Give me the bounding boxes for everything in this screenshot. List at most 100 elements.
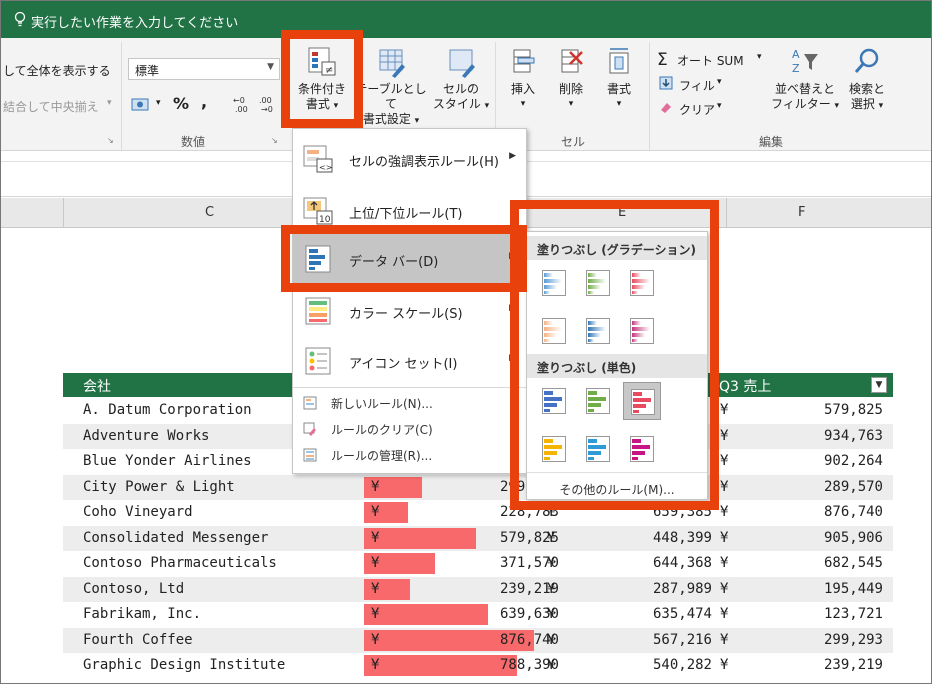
solid-data-bar-option[interactable] — [579, 430, 617, 468]
table-row[interactable]: Graphic Design Institute ¥788,390 ¥540,282… — [63, 653, 893, 678]
number-launcher-icon[interactable]: ↘ — [271, 136, 278, 145]
color-scales-icon — [305, 297, 331, 325]
column-header-e[interactable]: E — [618, 205, 626, 220]
table-row[interactable]: Fourth Coffee ¥876,740 ¥567,216 ¥299,293 — [63, 627, 893, 653]
filter-dropdown-icon[interactable]: ▼ — [871, 377, 887, 393]
menu-item-color-scales[interactable]: カラー スケール(S) ▶ — [293, 285, 526, 337]
clear-button[interactable]: クリア — [679, 101, 715, 118]
currency-format-icon[interactable] — [131, 96, 153, 114]
table-row[interactable]: Consolidated Messenger ¥579,825 ¥448,399 ¥9… — [63, 525, 893, 551]
solid-data-bar-option[interactable] — [623, 430, 661, 468]
data-bars-submenu: 塗りつぶし (グラデーション) 塗りつぶし (単色) その他のルール(M)... — [526, 231, 708, 500]
menu-item-label: 新しいルール(N)... — [331, 397, 433, 411]
currency-symbol: ¥ — [547, 555, 556, 571]
wrap-text-button[interactable]: して全体を表示する — [3, 62, 111, 79]
gradient-data-bar-option[interactable] — [623, 312, 661, 350]
solid-data-bar-option[interactable] — [535, 430, 573, 468]
gradient-data-bar-option[interactable] — [579, 312, 617, 350]
merge-dropdown-icon[interactable]: ▾ — [107, 98, 112, 108]
percent-button[interactable]: % — [173, 94, 189, 113]
format-cells-button[interactable]: 書式 ▾ — [597, 46, 641, 112]
currency-symbol: ¥ — [720, 478, 729, 495]
fill-dropdown-icon[interactable]: ▾ — [717, 77, 722, 87]
menu-item-highlight-cells-rules[interactable]: <> セルの強調表示ルール(H) ▶ — [293, 133, 526, 185]
fill-button[interactable]: フィル — [679, 77, 715, 94]
alignment-launcher-icon[interactable]: ↘ — [107, 136, 114, 145]
currency-symbol: ¥ — [371, 478, 380, 495]
company-name: City Power & Light — [83, 478, 235, 495]
column-divider — [726, 198, 727, 228]
menu-item-icon-sets[interactable]: アイコン セット(I) ▶ — [293, 335, 526, 387]
menu-item-manage-rules[interactable]: ルールの管理(R)... — [293, 443, 526, 468]
more-rules-link[interactable]: その他のルール(M)... — [527, 472, 707, 500]
currency-symbol: ¥ — [547, 657, 556, 673]
chevron-down-icon: ▾ — [414, 116, 420, 126]
lightbulb-icon — [14, 11, 26, 27]
header-company[interactable]: 会社 — [83, 376, 111, 396]
table-row[interactable]: Contoso, Ltd ¥239,219 ¥287,989 ¥195,449 — [63, 576, 893, 602]
cell-styles-icon — [449, 49, 475, 78]
table-row[interactable]: Contoso Pharmaceuticals ¥371,570 ¥644,368 ¥… — [63, 551, 893, 576]
menu-item-label: ルールの管理(R)... — [331, 449, 433, 463]
column-header-f[interactable]: F — [798, 205, 805, 220]
clear-dropdown-icon[interactable]: ▾ — [717, 101, 722, 111]
table-row[interactable]: City Power & Light¥299,293¥¥289,570 — [63, 474, 893, 500]
merge-center-button[interactable]: 結合して中央揃え — [3, 98, 99, 115]
fill-icon[interactable] — [659, 76, 673, 90]
svg-text:10: 10 — [319, 215, 331, 225]
menu-item-data-bars[interactable]: データ バー(D) ▶ — [293, 233, 526, 285]
solid-data-bar-option[interactable] — [623, 382, 661, 420]
table-row[interactable]: Fabrikam, Inc. ¥639,630 ¥635,474 ¥123,721 — [63, 602, 893, 627]
submenu-arrow-icon: ▶ — [509, 151, 516, 161]
find-select-button[interactable]: 検索と 選択 ▾ — [839, 46, 895, 114]
q2-sales-value: 287,989 — [652, 580, 712, 597]
decrease-decimal-icon[interactable]: .00 →0 — [257, 94, 279, 114]
sort-filter-button[interactable]: A Z 並べ替えと フィルター ▾ — [769, 46, 841, 114]
currency-dropdown-icon[interactable]: ▾ — [156, 98, 161, 108]
gradient-data-bar-option[interactable] — [535, 264, 573, 302]
cell-styles-button[interactable]: セルの スタイル ▾ — [431, 46, 491, 114]
autosum-button[interactable]: オート SUM — [677, 52, 744, 69]
menu-separator — [293, 387, 526, 388]
q3-sales-value: 876,740 — [823, 504, 883, 520]
conditional-formatting-button[interactable]: ≠ 条件付き 書式 ▾ — [291, 46, 353, 114]
menu-item-label: アイコン セット(I) — [349, 357, 458, 372]
tell-me-search[interactable]: 実行したい作業を入力してください — [31, 12, 238, 31]
gradient-data-bar-option[interactable] — [535, 312, 573, 350]
menu-item-new-rule[interactable]: 新しいルール(N)... — [293, 391, 526, 416]
q3-sales-value: 299,293 — [823, 631, 883, 648]
chevron-down-icon: ▾ — [568, 99, 574, 109]
svg-text:<>: <> — [319, 163, 332, 172]
format-as-table-icon — [379, 49, 405, 78]
gradient-data-bar-option[interactable] — [579, 264, 617, 302]
table-row[interactable]: Coho Vineyard ¥228,783 ¥659,385 ¥876,740 — [63, 500, 893, 525]
solid-data-bar-option[interactable] — [535, 382, 573, 420]
header-q3-sales[interactable]: Q3 売上 — [719, 376, 771, 396]
gradient-fill-header: 塗りつぶし (グラデーション) — [527, 236, 707, 260]
delete-cells-button[interactable]: 削除 ▾ — [549, 46, 593, 112]
format-as-table-button[interactable]: テーブルとして 書式設定 ▾ — [353, 46, 429, 129]
number-format-select[interactable]: 標準 ▼ — [128, 58, 280, 80]
autosum-icon[interactable]: Σ — [657, 50, 668, 70]
autosum-dropdown-icon[interactable]: ▾ — [757, 52, 762, 62]
eraser-icon[interactable] — [659, 100, 673, 114]
chevron-down-icon: ▾ — [616, 99, 622, 109]
q3-sales-value: 682,545 — [823, 555, 883, 571]
currency-symbol: ¥ — [371, 529, 380, 546]
menu-item-clear-rules[interactable]: ルールのクリア(C) — [293, 417, 526, 442]
q3-sales-value: 123,721 — [823, 606, 883, 622]
chevron-down-icon: ▾ — [484, 101, 490, 111]
currency-symbol: ¥ — [371, 555, 380, 571]
sort-filter-label-2: フィルター — [770, 97, 831, 111]
menu-item-top-bottom-rules[interactable]: 10 上位/下位ルール(T) — [293, 185, 526, 237]
insert-cells-button[interactable]: 挿入 ▾ — [501, 46, 545, 112]
title-bar: 実行したい作業を入力してください — [1, 1, 931, 38]
cell-styles-label-2: スタイル — [432, 97, 481, 111]
svg-text:.00: .00 — [259, 96, 272, 105]
column-header-c[interactable]: C — [205, 205, 214, 220]
conditional-formatting-label-2: 書式 — [305, 97, 330, 111]
solid-data-bar-option[interactable] — [579, 382, 617, 420]
comma-button[interactable]: , — [201, 92, 207, 111]
increase-decimal-icon[interactable]: ←0 .00 — [231, 94, 253, 114]
gradient-data-bar-option[interactable] — [623, 264, 661, 302]
